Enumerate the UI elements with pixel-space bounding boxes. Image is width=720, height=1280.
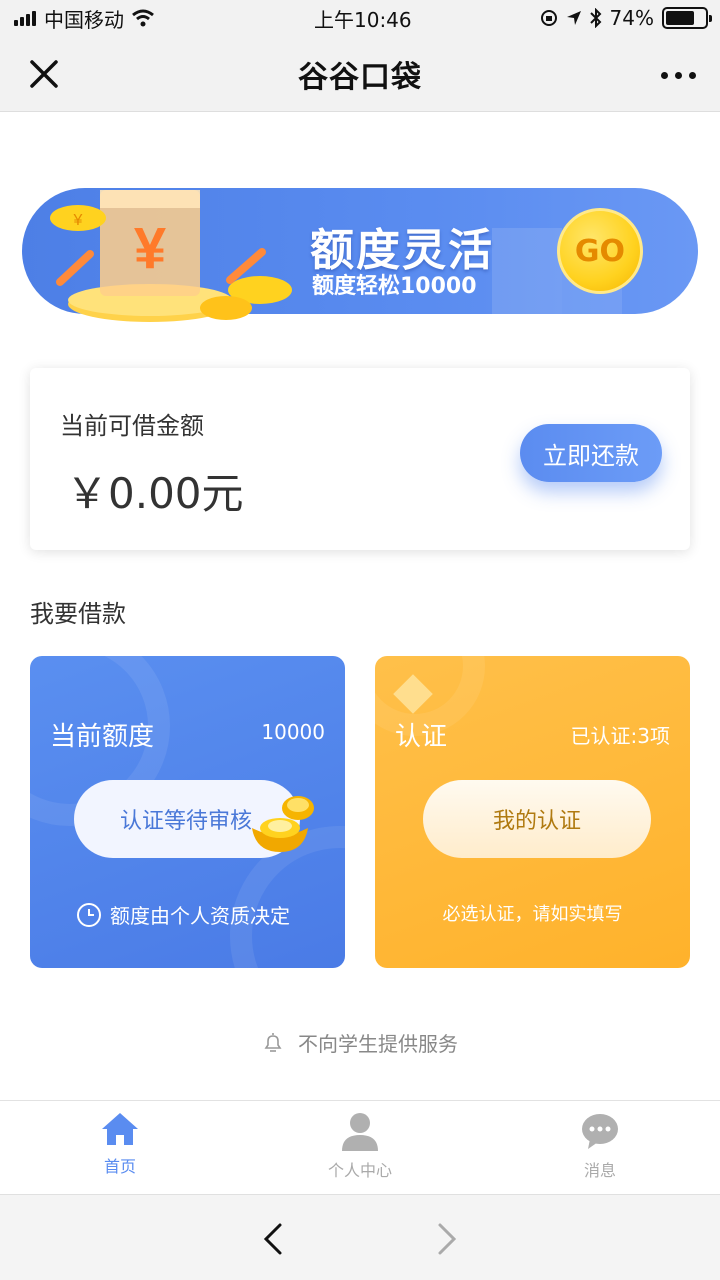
coin-box-illustration: ¥ ¥ <box>50 190 292 322</box>
tab-home[interactable]: 首页 <box>0 1101 240 1194</box>
user-icon <box>342 1113 378 1151</box>
back-arrow-icon[interactable] <box>256 1219 292 1259</box>
bell-icon <box>264 1032 282 1052</box>
message-icon <box>582 1114 618 1149</box>
gold-ingot-icon <box>252 796 314 852</box>
nav-bar: 谷谷口袋 <box>0 36 720 112</box>
quota-title: 当前额度 <box>50 722 155 752</box>
clock-icon <box>77 902 101 927</box>
verify-title: 认证 <box>395 722 448 752</box>
rotation-lock-icon <box>540 10 557 26</box>
more-options-icon[interactable] <box>661 60 696 90</box>
tab-home-label: 首页 <box>103 1157 136 1176</box>
quota-value: 10000 <box>261 720 325 744</box>
status-right: 74% <box>540 6 712 30</box>
borrow-section-title: 我要借款 <box>30 600 126 628</box>
available-loan-card: 当前可借金额 ￥0.00元 立即还款 <box>30 368 690 550</box>
svg-text:¥: ¥ <box>134 216 166 281</box>
battery-level <box>666 11 695 25</box>
bluetooth-icon <box>589 8 601 28</box>
battery-percent: 74% <box>609 6 654 30</box>
close-icon[interactable] <box>26 56 62 92</box>
repay-now-button[interactable]: 立即还款 <box>520 424 662 482</box>
status-time: 上午10:46 <box>314 7 412 32</box>
svg-text:¥: ¥ <box>73 212 83 229</box>
tab-messages[interactable]: 消息 <box>480 1101 720 1194</box>
verification-card[interactable]: 认证 已认证:3项 我的认证 必选认证，请如实填写 <box>375 656 690 968</box>
battery-icon <box>662 7 712 29</box>
status-bar: 中国移动 上午10:46 74% <box>0 0 720 36</box>
quota-card[interactable]: 当前额度 10000 认证等待审核 额度由个人资质决定 <box>30 656 345 968</box>
home-icon <box>102 1113 138 1145</box>
quota-footer: 额度由个人资质决定 <box>76 900 290 929</box>
available-amount-value: ￥0.00元 <box>66 469 244 518</box>
browser-nav-bar <box>0 1194 720 1280</box>
tab-messages-label: 消息 <box>583 1161 616 1180</box>
carrier-label: 中国移动 <box>44 7 124 32</box>
page-title: 谷谷口袋 <box>298 59 422 95</box>
signal-icon <box>14 10 36 26</box>
tab-profile[interactable]: 个人中心 <box>240 1101 480 1194</box>
forward-arrow-icon[interactable] <box>428 1219 464 1259</box>
status-left: 中国移动 <box>14 4 154 33</box>
notice-text: 不向学生提供服务 <box>298 1032 458 1056</box>
tab-bar: 首页 个人中心 消息 <box>0 1100 720 1194</box>
quota-footer-text: 额度由个人资质决定 <box>110 904 290 928</box>
go-button[interactable]: GO <box>557 208 643 294</box>
banner-subtitle: 额度轻松10000 <box>312 274 477 299</box>
my-verification-button[interactable]: 我的认证 <box>423 780 651 858</box>
building-decoration <box>492 228 562 314</box>
wifi-icon <box>132 9 154 27</box>
verify-status: 已认证:3项 <box>570 724 670 748</box>
tab-profile-label: 个人中心 <box>327 1161 392 1180</box>
available-amount-label: 当前可借金额 <box>60 412 204 440</box>
location-icon <box>566 11 581 25</box>
student-notice: 不向学生提供服务 <box>0 1028 720 1057</box>
verify-footer-text: 必选认证，请如实填写 <box>442 904 623 925</box>
